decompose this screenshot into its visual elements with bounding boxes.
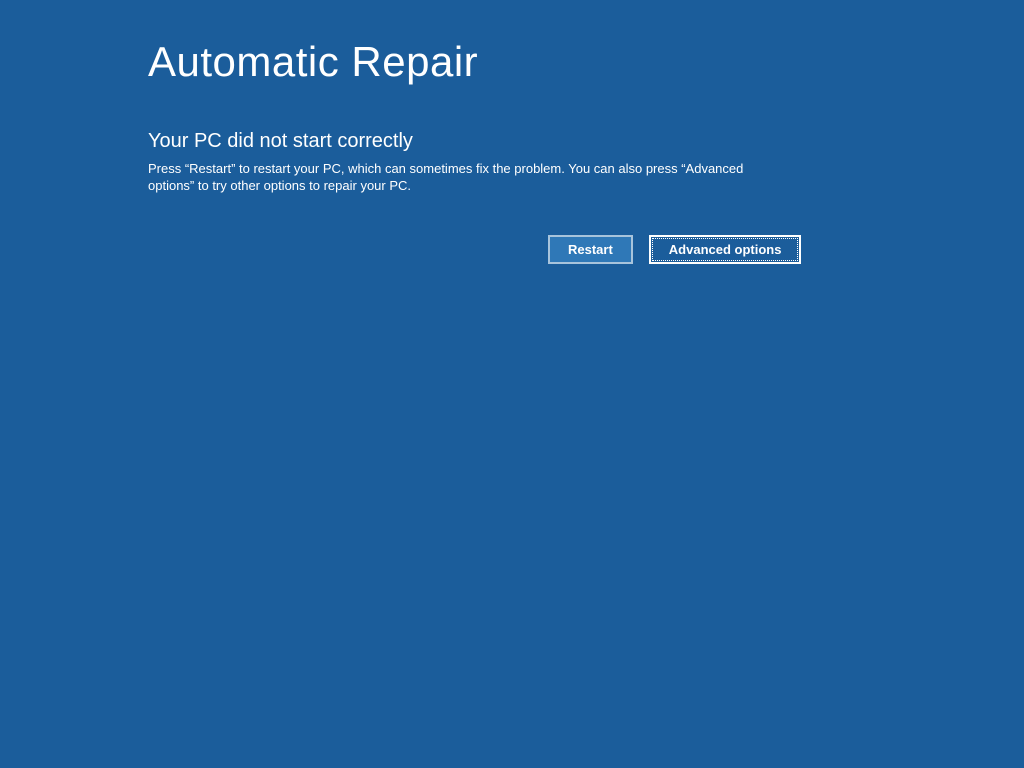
recovery-screen: Automatic Repair Your PC did not start c… xyxy=(0,0,1024,264)
button-row: Restart Advanced options xyxy=(548,235,914,264)
restart-button[interactable]: Restart xyxy=(548,235,633,264)
page-title: Automatic Repair xyxy=(148,38,914,86)
error-description: Press “Restart” to restart your PC, whic… xyxy=(148,161,748,195)
advanced-options-button[interactable]: Advanced options xyxy=(649,235,802,264)
error-subtitle: Your PC did not start correctly xyxy=(148,130,914,153)
